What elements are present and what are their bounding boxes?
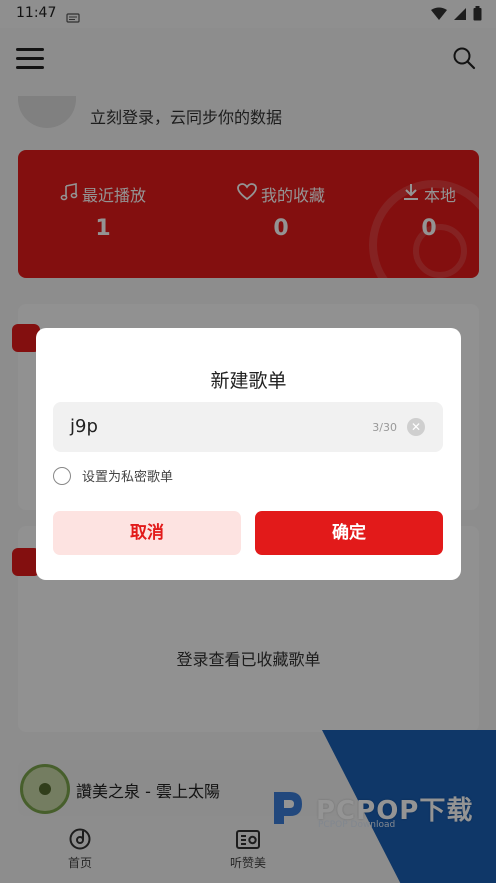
char-count: 3/30 — [372, 421, 397, 434]
clear-icon[interactable]: ✕ — [407, 418, 425, 436]
private-label: 设置为私密歌单 — [82, 470, 174, 485]
playlist-name-value: j9p — [70, 416, 98, 437]
playlist-name-input[interactable]: j9p 3/30 ✕ — [53, 402, 443, 452]
cancel-button[interactable]: 取消 — [53, 511, 241, 555]
confirm-button[interactable]: 确定 — [255, 511, 443, 555]
new-playlist-dialog: 新建歌单 j9p 3/30 ✕ 设置为私密歌单 取消 确定 — [36, 328, 461, 580]
private-radio[interactable] — [53, 466, 71, 485]
private-option[interactable]: 设置为私密歌单 — [53, 466, 173, 485]
dialog-title: 新建歌单 — [210, 370, 287, 392]
